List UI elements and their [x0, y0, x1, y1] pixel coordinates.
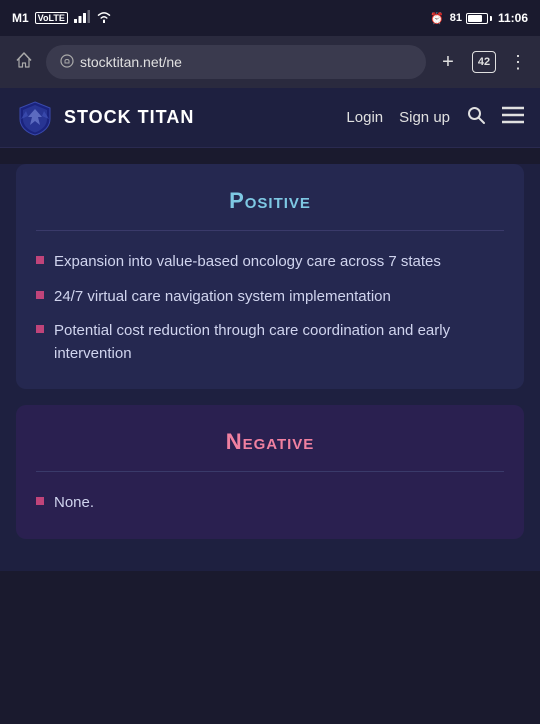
main-content: Positive Expansion into value-based onco…	[0, 164, 540, 571]
logo-container: STOCK TITAN	[16, 99, 346, 137]
add-tab-button[interactable]: +	[434, 51, 462, 74]
search-button[interactable]	[466, 105, 486, 130]
tabs-count[interactable]: 42	[472, 51, 496, 73]
status-bar: M1 VoLTE ⏰ 81 11:06	[0, 0, 540, 36]
list-item: None.	[36, 492, 504, 515]
positive-item-1: Expansion into value-based oncology care…	[54, 251, 441, 274]
list-item: Potential cost reduction through care co…	[36, 320, 504, 365]
bullet-icon	[36, 291, 44, 299]
negative-item-1: None.	[54, 492, 94, 515]
signal-icon	[74, 10, 90, 26]
bullet-icon	[36, 256, 44, 264]
url-text: stocktitan.net/ne	[80, 54, 412, 70]
nav-bar: STOCK TITAN Login Sign up	[0, 88, 540, 148]
status-left: M1 VoLTE	[12, 10, 112, 26]
browser-actions: + 42 ⋮	[434, 51, 530, 74]
list-item: 24/7 virtual care navigation system impl…	[36, 286, 504, 321]
browser-menu-button[interactable]: ⋮	[506, 52, 530, 73]
positive-item-3: Potential cost reduction through care co…	[54, 320, 504, 365]
login-link[interactable]: Login	[346, 109, 383, 126]
url-bar[interactable]: stocktitan.net/ne	[46, 45, 426, 79]
battery-icon: 81	[450, 12, 492, 24]
time-display: 11:06	[498, 11, 528, 25]
list-item: Expansion into value-based oncology care…	[36, 251, 504, 286]
positive-bullet-list: Expansion into value-based oncology care…	[36, 251, 504, 365]
nav-links: Login Sign up	[346, 105, 524, 130]
negative-bullet-list: None.	[36, 492, 504, 515]
positive-card: Positive Expansion into value-based onco…	[16, 164, 524, 389]
positive-divider	[36, 230, 504, 231]
volte-badge: VoLTE	[35, 12, 68, 24]
status-right: ⏰ 81 11:06	[430, 11, 528, 25]
browser-bar: stocktitan.net/ne + 42 ⋮	[0, 36, 540, 88]
carrier-text: M1	[12, 11, 29, 25]
logo-text: STOCK TITAN	[64, 107, 194, 128]
negative-card: Negative None.	[16, 405, 524, 539]
negative-divider	[36, 471, 504, 472]
bullet-icon	[36, 325, 44, 333]
url-security-icon	[60, 54, 74, 71]
bullet-icon	[36, 497, 44, 505]
positive-item-2: 24/7 virtual care navigation system impl…	[54, 286, 391, 309]
home-button[interactable]	[10, 50, 38, 75]
signup-link[interactable]: Sign up	[399, 109, 450, 126]
wifi-icon	[96, 10, 112, 26]
battery-pct: 81	[450, 12, 462, 24]
negative-title: Negative	[36, 429, 504, 455]
logo-shield-icon	[16, 99, 54, 137]
alarm-icon: ⏰	[430, 12, 444, 25]
hamburger-menu-button[interactable]	[502, 106, 524, 129]
positive-title: Positive	[36, 188, 504, 214]
